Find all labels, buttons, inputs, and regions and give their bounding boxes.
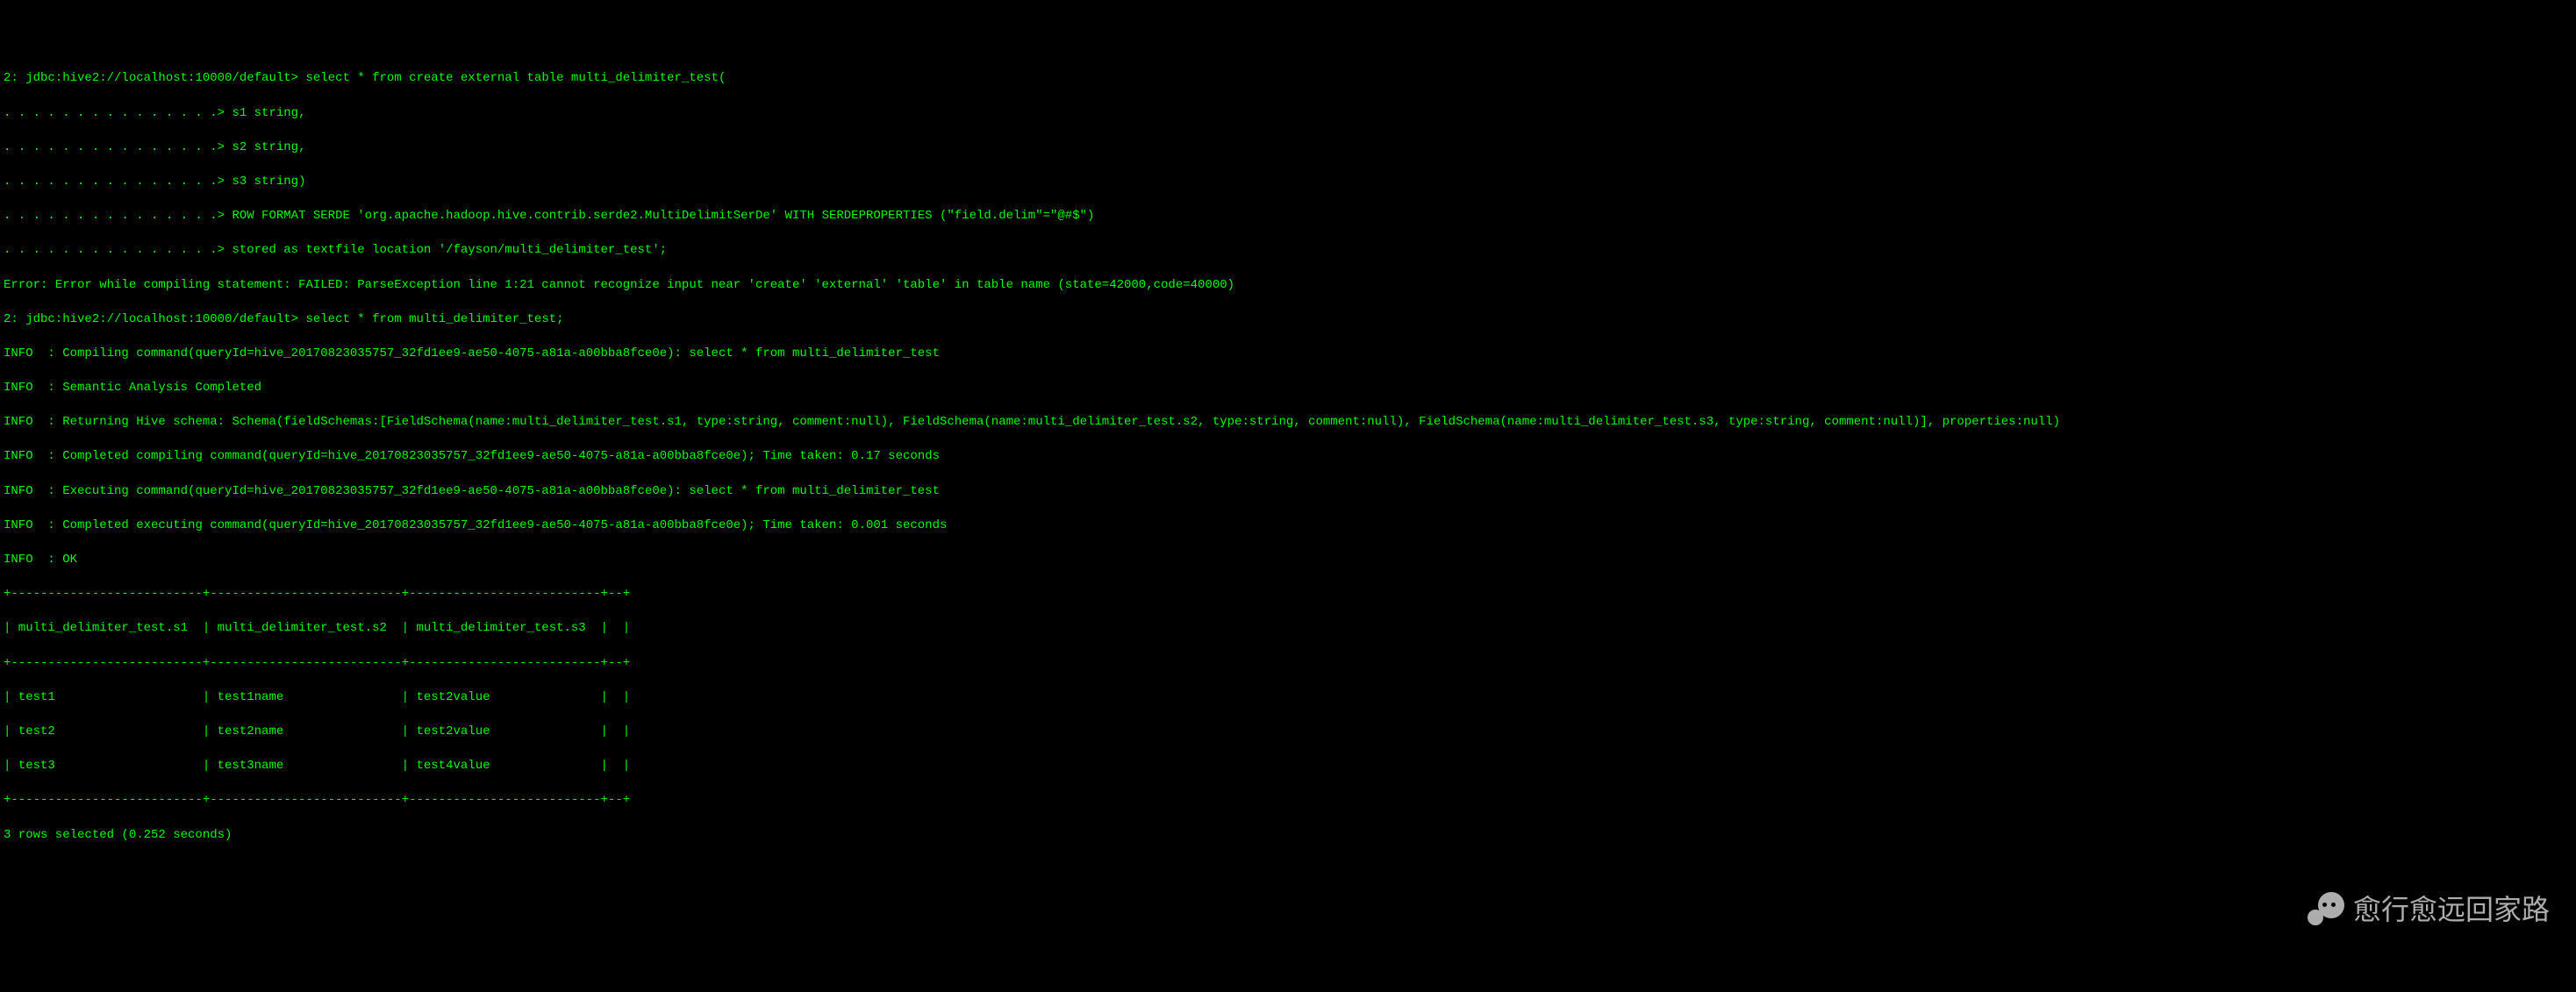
table-row: | test1 | test1name | test2value | | [4,689,2572,707]
continuation-prompt: . . . . . . . . . . . . . . .> [4,106,232,120]
prompt: 2: jdbc:hive2://localhost:10000/default> [4,312,305,326]
info-line: INFO : Completed executing command(query… [4,517,2572,535]
info-label: INFO : [4,484,62,498]
info-text: Compiling command(queryId=hive_201708230… [62,346,940,360]
terminal-output: . . . . . . . . . . . . . . .> ROW FORMA… [4,208,2572,225]
info-text: Semantic Analysis Completed [62,381,261,395]
continuation-prompt: . . . . . . . . . . . . . . .> [4,209,232,223]
terminal-output: 2: jdbc:hive2://localhost:10000/default>… [4,70,2572,88]
prompt: 2: jdbc:hive2://localhost:10000/default> [4,71,305,85]
info-line: INFO : OK [4,552,2572,569]
sql-statement: select * from create external table mult… [305,71,726,85]
result-summary: 3 rows selected (0.252 seconds) [4,827,2572,845]
sql-statement: s2 string, [232,140,305,154]
continuation-prompt: . . . . . . . . . . . . . . .> [4,243,232,257]
terminal-output: 2: jdbc:hive2://localhost:10000/default>… [4,311,2572,329]
table-row: | test2 | test2name | test2value | | [4,724,2572,741]
info-text: Executing command(queryId=hive_201708230… [62,484,940,498]
info-line: INFO : Returning Hive schema: Schema(fie… [4,414,2572,432]
info-line: INFO : Semantic Analysis Completed [4,380,2572,397]
info-label: INFO : [4,381,62,395]
info-text: Returning Hive schema: Schema(fieldSchem… [62,415,2060,429]
info-text: OK [62,553,77,567]
info-line: INFO : Completed compiling command(query… [4,448,2572,466]
info-line: INFO : Compiling command(queryId=hive_20… [4,346,2572,363]
terminal-output: . . . . . . . . . . . . . . .> s3 string… [4,174,2572,191]
terminal-output: . . . . . . . . . . . . . . .> s1 string… [4,105,2572,123]
table-border: +--------------------------+------------… [4,586,2572,603]
table-row: | test3 | test3name | test4value | | [4,758,2572,775]
info-label: INFO : [4,415,62,429]
info-label: INFO : [4,449,62,463]
info-text: Completed compiling command(queryId=hive… [62,449,940,463]
sql-statement: select * from multi_delimiter_test; [305,312,563,326]
sql-statement: ROW FORMAT SERDE 'org.apache.hadoop.hive… [232,209,1094,223]
info-label: INFO : [4,553,62,567]
error-message: Error: Error while compiling statement: … [4,277,2572,295]
table-header: | multi_delimiter_test.s1 | multi_delimi… [4,620,2572,638]
info-label: INFO : [4,346,62,360]
continuation-prompt: . . . . . . . . . . . . . . .> [4,175,232,189]
sql-statement: s3 string) [232,175,305,189]
terminal-output: . . . . . . . . . . . . . . .> stored as… [4,242,2572,260]
continuation-prompt: . . . . . . . . . . . . . . .> [4,140,232,154]
info-text: Completed executing command(queryId=hive… [62,518,947,532]
watermark: 愈行愈远回家路 [2304,889,2550,931]
info-label: INFO : [4,518,62,532]
info-line: INFO : Executing command(queryId=hive_20… [4,483,2572,501]
wechat-icon [2304,889,2346,931]
watermark-text: 愈行愈远回家路 [2353,890,2550,930]
sql-statement: stored as textfile location '/fayson/mul… [232,243,667,257]
table-border: +--------------------------+------------… [4,655,2572,673]
terminal-output: . . . . . . . . . . . . . . .> s2 string… [4,139,2572,157]
sql-statement: s1 string, [232,106,305,120]
table-border: +--------------------------+------------… [4,792,2572,810]
